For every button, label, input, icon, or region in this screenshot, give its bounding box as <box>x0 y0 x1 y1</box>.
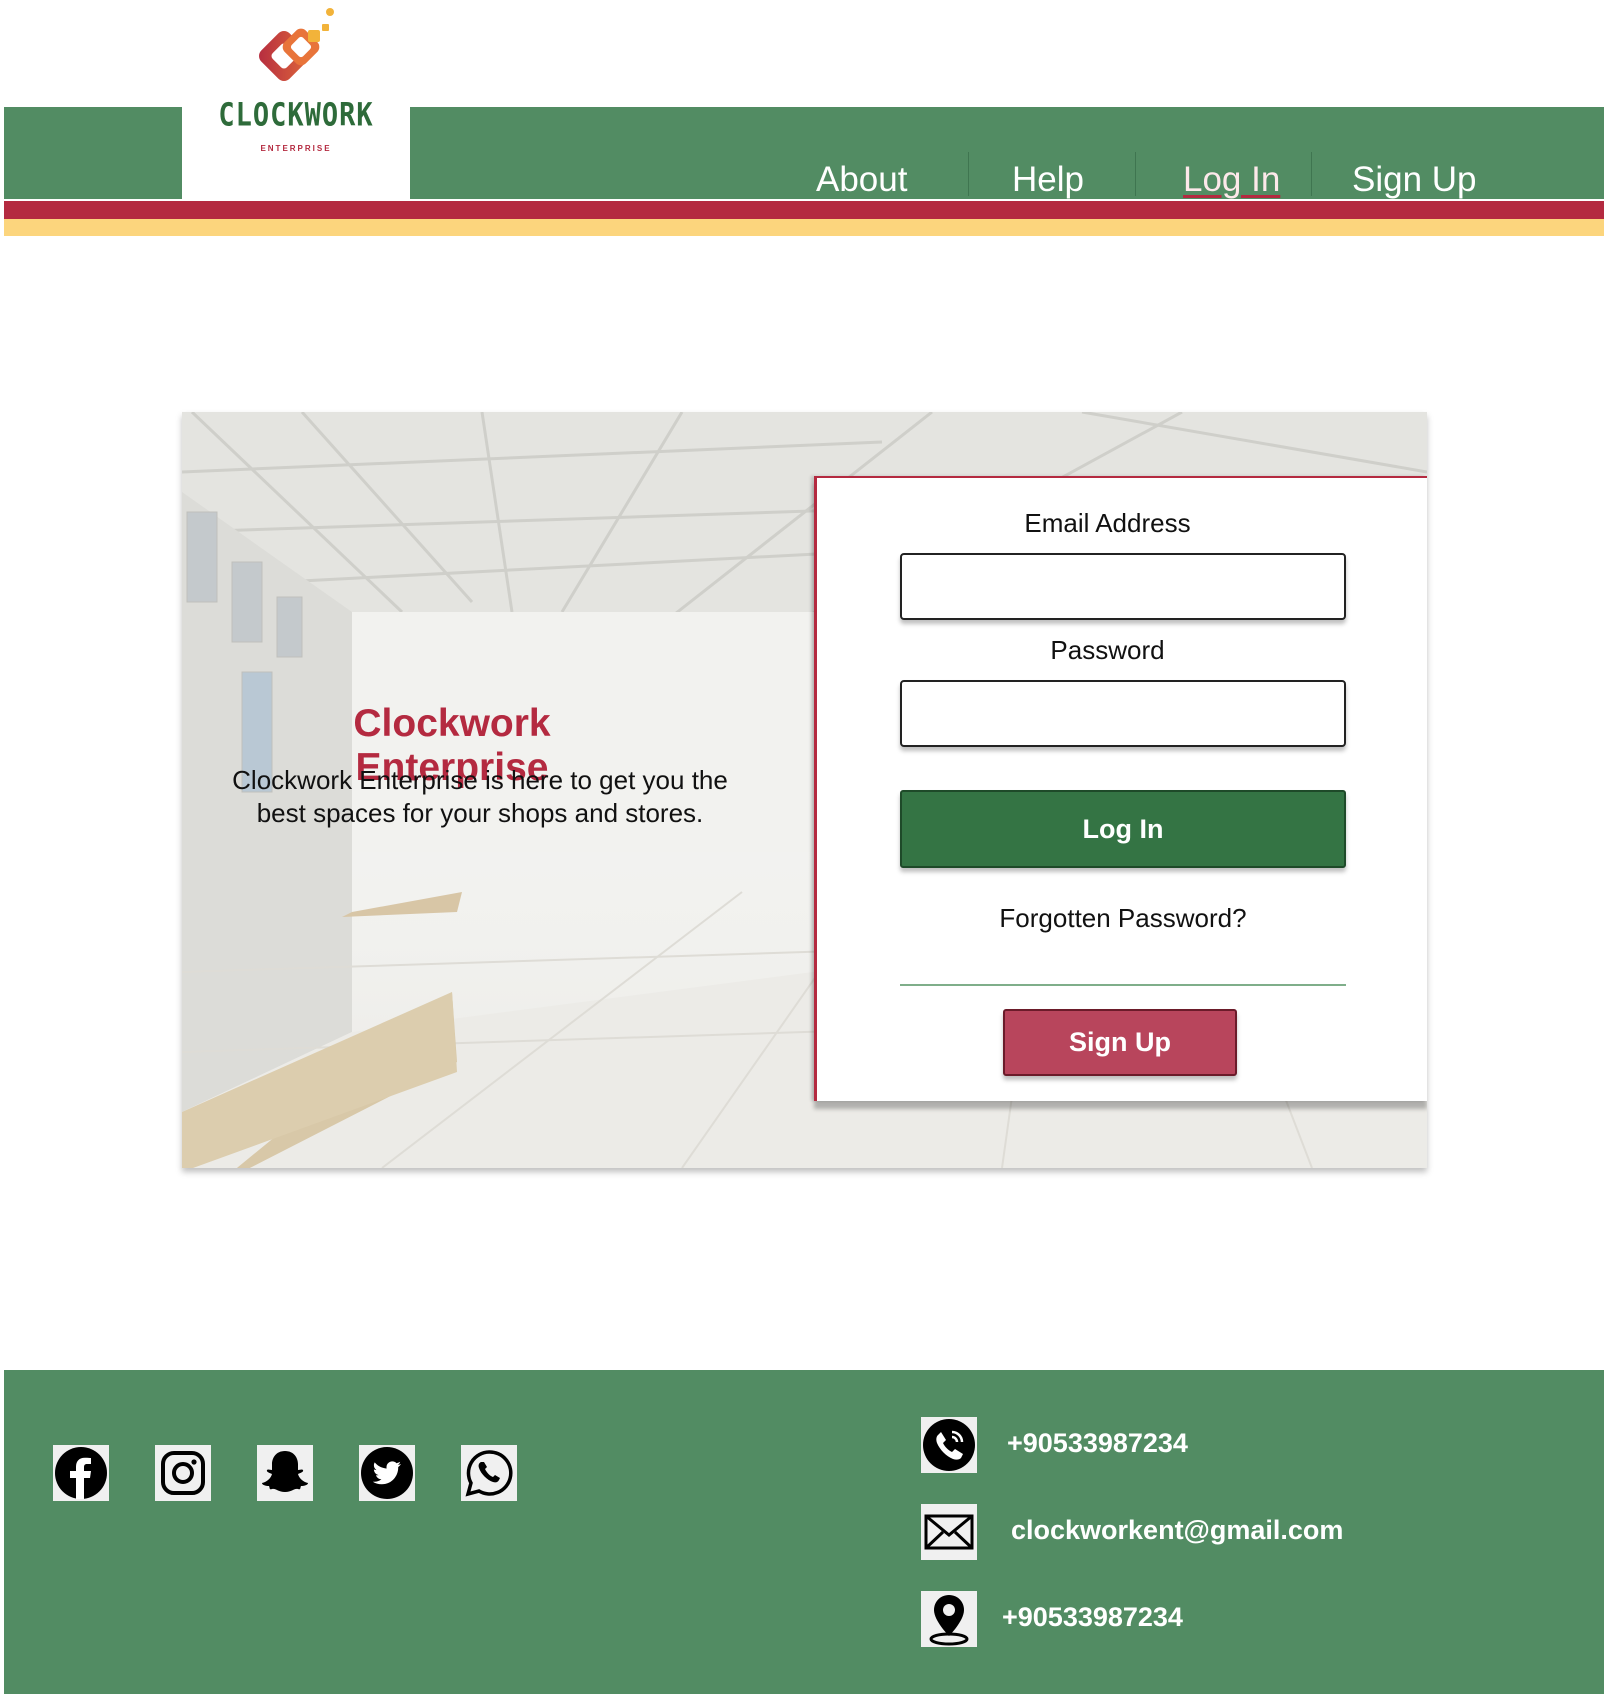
facebook-icon <box>55 1447 107 1499</box>
twitter-icon <box>361 1447 413 1499</box>
nav-about[interactable]: About <box>816 160 907 200</box>
email-field[interactable] <box>900 553 1346 620</box>
contact-phone[interactable]: +90533987234 <box>1007 1428 1188 1459</box>
logo-tagline: ENTERPRISE <box>260 144 332 153</box>
instagram-link[interactable] <box>155 1445 211 1501</box>
nav-signup[interactable]: Sign Up <box>1352 160 1477 200</box>
contact-location[interactable]: +90533987234 <box>1002 1602 1183 1633</box>
whatsapp-link[interactable] <box>461 1445 517 1501</box>
hero-description: Clockwork Enterprise is here to get you … <box>232 765 728 828</box>
facebook-link[interactable] <box>53 1445 109 1501</box>
instagram-icon <box>161 1451 205 1495</box>
password-label: Password <box>1050 635 1165 665</box>
password-field[interactable] <box>900 680 1346 747</box>
forgot-password-link[interactable]: Forgotten Password? <box>900 903 1346 934</box>
nav-separator <box>1311 152 1312 196</box>
footer: +90533987234 clockworkent@gmail.com +905… <box>4 1370 1604 1694</box>
signup-button[interactable]: Sign Up <box>1003 1009 1237 1076</box>
nav-separator <box>1135 152 1136 196</box>
email-label: Email Address <box>1024 508 1191 538</box>
email-contact-icon <box>921 1504 977 1560</box>
login-button[interactable]: Log In <box>900 790 1346 868</box>
logo-title: CLOCKWORK <box>218 96 374 135</box>
header-stripe-yellow <box>4 219 1604 236</box>
login-panel: Email Address Password Log In Forgotten … <box>814 476 1427 1101</box>
logo[interactable]: CLOCKWORK ENTERPRISE <box>182 0 410 199</box>
snapchat-icon <box>262 1451 308 1492</box>
mail-icon <box>924 1514 974 1550</box>
hero-card: Clockwork Enterprise Clockwork Enterpris… <box>182 412 1427 1168</box>
whatsapp-icon <box>465 1450 513 1497</box>
twitter-link[interactable] <box>359 1445 415 1501</box>
phone-contact-icon <box>921 1417 977 1473</box>
nav-login[interactable]: Log In <box>1183 160 1280 200</box>
location-pin-icon <box>929 1595 969 1646</box>
nav-separator <box>968 152 969 196</box>
logo-mark-icon <box>259 8 334 81</box>
phone-icon <box>923 1419 975 1471</box>
location-contact-icon <box>921 1591 977 1647</box>
divider <box>900 984 1346 986</box>
contact-email[interactable]: clockworkent@gmail.com <box>1011 1515 1343 1546</box>
snapchat-link[interactable] <box>257 1445 313 1501</box>
nav-help[interactable]: Help <box>1012 160 1084 200</box>
header-stripe-red <box>4 201 1604 219</box>
